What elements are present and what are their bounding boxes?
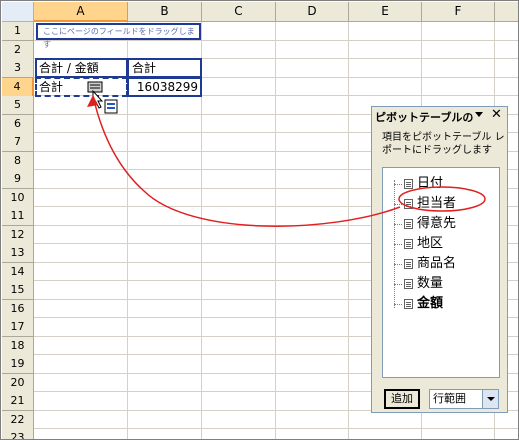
row-header-15[interactable]: 15	[2, 281, 34, 300]
chevron-down-icon[interactable]	[482, 390, 498, 408]
column-header-a[interactable]: A	[34, 2, 128, 22]
tree-dash	[394, 304, 402, 305]
close-icon[interactable]: ✕	[491, 107, 502, 122]
row-header-6[interactable]: 6	[2, 115, 34, 134]
field-label: 得意先	[417, 216, 457, 231]
row-header-9[interactable]: 9	[2, 170, 34, 189]
add-button[interactable]: 追加	[384, 389, 420, 409]
row-header-17[interactable]: 17	[2, 318, 34, 337]
field-icon	[404, 279, 413, 289]
row-header-20[interactable]: 20	[2, 374, 34, 393]
field-icon	[404, 259, 413, 269]
cell-a3[interactable]: 合計 / 金額	[39, 60, 99, 77]
field-label: 商品名	[417, 256, 457, 271]
tree-dash	[394, 204, 402, 205]
field-list[interactable]: 日付担当者得意先地区商品名数量金額	[382, 167, 500, 378]
row-header-21[interactable]: 21	[2, 392, 34, 411]
page-field-drop-area[interactable]: ここにページのフィールドをドラッグします	[36, 23, 201, 49]
row-header-7[interactable]: 7	[2, 133, 34, 152]
row-header-23[interactable]: 23	[2, 429, 34, 439]
tree-dash	[394, 264, 402, 265]
cell-b3[interactable]: 合計	[132, 60, 156, 77]
row-header-5[interactable]: 5	[2, 96, 34, 115]
row-header-14[interactable]: 14	[2, 263, 34, 282]
row-header-1[interactable]: 1	[2, 22, 34, 41]
area-select-value: 行範囲	[433, 392, 466, 405]
cell-a4[interactable]: 合計	[39, 79, 63, 96]
gridline-row	[34, 40, 518, 41]
row-header-12[interactable]: 12	[2, 226, 34, 245]
gridline-column	[275, 22, 276, 439]
spreadsheet: A B C D E F 1 2 3 4 5 6 7 8 9 10 11 12 13 14 15 16 17 18 1…	[0, 0, 519, 440]
field-icon	[404, 299, 413, 309]
panel-instructions: 項目をピボットテーブル レポートにドラッグします	[382, 132, 505, 156]
column-header-c[interactable]: C	[202, 2, 276, 22]
select-all-corner[interactable]	[2, 2, 34, 22]
row-header-16[interactable]: 16	[2, 300, 34, 319]
field-icon	[404, 219, 413, 229]
area-select[interactable]: 行範囲	[429, 389, 499, 409]
row-header-18[interactable]: 18	[2, 337, 34, 356]
field-icon	[404, 239, 413, 249]
field-label: 日付	[417, 176, 444, 191]
drag-cursor-icon	[86, 81, 120, 115]
row-header-10[interactable]: 10	[2, 189, 34, 208]
field-label: 地区	[417, 236, 444, 251]
row-header-2[interactable]: 2	[2, 41, 34, 60]
row-header-13[interactable]: 13	[2, 244, 34, 263]
tree-dash	[394, 284, 402, 285]
column-header-f[interactable]: F	[422, 2, 495, 22]
gridline-row	[34, 428, 518, 429]
row-header-3[interactable]: 3	[2, 59, 34, 78]
row-header-11[interactable]: 11	[2, 207, 34, 226]
tree-dash	[394, 244, 402, 245]
panel-title: ピボットテーブルの	[375, 111, 474, 124]
field-label: 数量	[417, 276, 444, 291]
panel-dropdown-icon[interactable]	[475, 112, 483, 117]
tree-dash	[394, 184, 402, 185]
field-icon	[404, 199, 413, 209]
row-header-8[interactable]: 8	[2, 152, 34, 171]
column-header-g[interactable]	[495, 2, 518, 22]
pivot-field-list-panel[interactable]: ピボットテーブルの ✕ 項目をピボットテーブル レポートにドラッグします 日付担…	[371, 106, 508, 413]
row-header-19[interactable]: 19	[2, 355, 34, 374]
column-header-e[interactable]: E	[349, 2, 422, 22]
field-icon	[404, 179, 413, 189]
gridline-column	[348, 22, 349, 439]
row-header-4[interactable]: 4	[2, 78, 34, 97]
column-header-b[interactable]: B	[128, 2, 202, 22]
cell-b4[interactable]: 16038299	[132, 79, 198, 96]
field-label: 担当者	[417, 196, 457, 211]
field-label: 金額	[417, 296, 444, 311]
column-header-d[interactable]: D	[276, 2, 349, 22]
tree-dash	[394, 224, 402, 225]
row-header-22[interactable]: 22	[2, 411, 34, 430]
